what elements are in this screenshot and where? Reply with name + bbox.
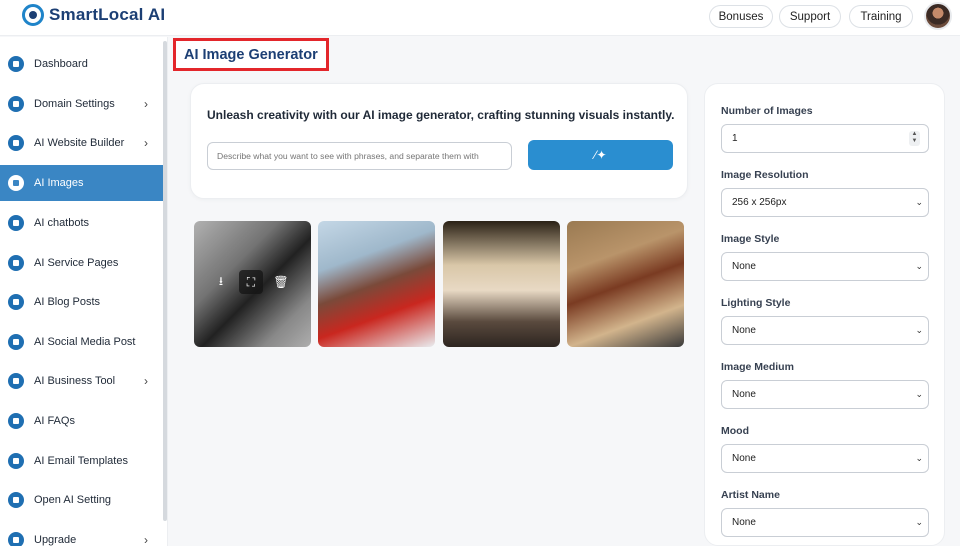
chevron-down-icon: ⌄ (915, 261, 923, 271)
generated-image[interactable] (318, 221, 435, 347)
chart-icon (8, 373, 24, 389)
image-medium-select[interactable]: None ⌄ (721, 380, 929, 409)
chevron-down-icon: ⌄ (915, 517, 923, 527)
email-icon (8, 453, 24, 469)
generated-image[interactable] (443, 221, 560, 347)
sidebar-item-ai-social-media-post[interactable]: AI Social Media Post (0, 324, 163, 360)
chat-icon (8, 215, 24, 231)
sidebar-item-domain-settings[interactable]: Domain Settings › (0, 86, 163, 122)
number-of-images-label: Number of Images (721, 105, 813, 117)
trash-icon[interactable]: 🗑 (269, 270, 293, 294)
sidebar-item-dashboard[interactable]: Dashboard (0, 46, 163, 82)
number-of-images-input[interactable]: 1 ▲ ▼ (721, 124, 929, 153)
chevron-right-icon: › (144, 97, 148, 111)
generate-button[interactable]: ⁄✦ (528, 140, 673, 170)
training-button[interactable]: Training (849, 5, 913, 28)
page-icon (8, 255, 24, 271)
chevron-right-icon: › (144, 374, 148, 388)
sidebar-item-ai-email-templates[interactable]: AI Email Templates (0, 443, 163, 479)
image-style-value: None (732, 261, 756, 272)
sidebar-item-label: AI Website Builder (34, 137, 125, 149)
number-of-images-value: 1 (732, 133, 738, 144)
home-icon (8, 56, 24, 72)
stepper-icon[interactable]: ▲ ▼ (909, 131, 920, 146)
sidebar-item-upgrade[interactable]: Upgrade › (0, 522, 163, 546)
chevron-down-icon: ⌄ (915, 389, 923, 399)
sidebar-item-label: Open AI Setting (34, 494, 112, 506)
top-bar: SmartLocal AI Bonuses Support Training (0, 0, 960, 36)
faq-icon (8, 413, 24, 429)
mood-select[interactable]: None ⌄ (721, 444, 929, 473)
chevron-right-icon: › (144, 533, 148, 546)
support-button[interactable]: Support (779, 5, 841, 28)
image-resolution-value: 256 x 256px (732, 197, 787, 208)
sidebar-item-label: AI Blog Posts (34, 296, 101, 308)
builder-icon (8, 135, 24, 151)
artist-name-value: None (732, 517, 756, 528)
prompt-card: Unleash creativity with our AI image gen… (190, 83, 688, 199)
sidebar-item-ai-business-tool[interactable]: AI Business Tool › (0, 363, 163, 399)
artist-name-label: Artist Name (721, 489, 780, 501)
sidebar-item-label: Dashboard (34, 58, 88, 70)
sidebar-scrollbar[interactable] (163, 41, 167, 521)
sidebar-item-label: AI Business Tool (34, 375, 116, 387)
sidebar-item-label: AI FAQs (34, 415, 75, 427)
user-avatar[interactable] (924, 2, 952, 30)
mood-label: Mood (721, 425, 749, 437)
lighting-style-value: None (732, 325, 756, 336)
lighting-style-label: Lighting Style (721, 297, 791, 309)
sidebar: Dashboard Domain Settings › AI Website B… (0, 37, 168, 546)
sidebar-item-ai-website-builder[interactable]: AI Website Builder › (0, 125, 163, 161)
bonuses-button[interactable]: Bonuses (709, 5, 773, 28)
app-name: SmartLocal AI (49, 5, 166, 24)
image-toolbar: ⭳ ⛶ 🗑 (209, 270, 293, 294)
page-title: AI Image Generator (184, 46, 318, 63)
sidebar-item-ai-blog-posts[interactable]: AI Blog Posts (0, 284, 163, 320)
page-title-highlight: AI Image Generator (173, 38, 329, 71)
sidebar-item-ai-chatbots[interactable]: AI chatbots (0, 205, 163, 241)
app-logo[interactable]: SmartLocal AI (22, 4, 165, 26)
image-icon (8, 175, 24, 191)
download-icon[interactable]: ⭳ (209, 270, 233, 294)
lighting-style-select[interactable]: None ⌄ (721, 316, 929, 345)
blog-icon (8, 294, 24, 310)
image-style-label: Image Style (721, 233, 780, 245)
generated-image[interactable]: ⭳ ⛶ 🗑 (194, 221, 311, 347)
sidebar-item-label: Upgrade (34, 534, 77, 546)
sidebar-item-ai-faqs[interactable]: AI FAQs (0, 403, 163, 439)
image-resolution-label: Image Resolution (721, 169, 809, 181)
sidebar-item-label: AI Email Templates (34, 455, 128, 467)
expand-icon[interactable]: ⛶ (239, 270, 263, 294)
sidebar-item-label: AI Images (34, 177, 84, 189)
chevron-down-icon: ⌄ (915, 197, 923, 207)
image-medium-label: Image Medium (721, 361, 794, 373)
sidebar-item-label: AI Service Pages (34, 257, 119, 269)
image-style-select[interactable]: None ⌄ (721, 252, 929, 281)
share-icon (8, 334, 24, 350)
image-medium-value: None (732, 389, 756, 400)
magic-wand-icon: ⁄✦ (594, 148, 607, 162)
artist-name-select[interactable]: None ⌄ (721, 508, 929, 537)
settings-panel: Number of Images 1 ▲ ▼ Image Resolution 2… (704, 83, 945, 546)
mood-value: None (732, 453, 756, 464)
upgrade-icon (8, 532, 24, 546)
sidebar-item-ai-images[interactable]: AI Images (0, 165, 163, 201)
image-resolution-select[interactable]: 256 x 256px ⌄ (721, 188, 929, 217)
logo-icon (22, 4, 44, 26)
sidebar-item-label: AI chatbots (34, 217, 90, 229)
domain-icon (8, 96, 24, 112)
sidebar-item-label: Domain Settings (34, 98, 115, 110)
prompt-heading: Unleash creativity with our AI image gen… (207, 108, 675, 122)
sidebar-item-label: AI Social Media Post (34, 336, 136, 348)
sidebar-item-ai-service-pages[interactable]: AI Service Pages (0, 245, 163, 281)
chevron-right-icon: › (144, 136, 148, 150)
sidebar-item-open-ai-setting[interactable]: Open AI Setting (0, 482, 163, 518)
chevron-down-icon: ⌄ (915, 453, 923, 463)
chevron-down-icon: ⌄ (915, 325, 923, 335)
user-settings-icon (8, 492, 24, 508)
generated-image[interactable] (567, 221, 684, 347)
prompt-input[interactable] (207, 142, 512, 170)
